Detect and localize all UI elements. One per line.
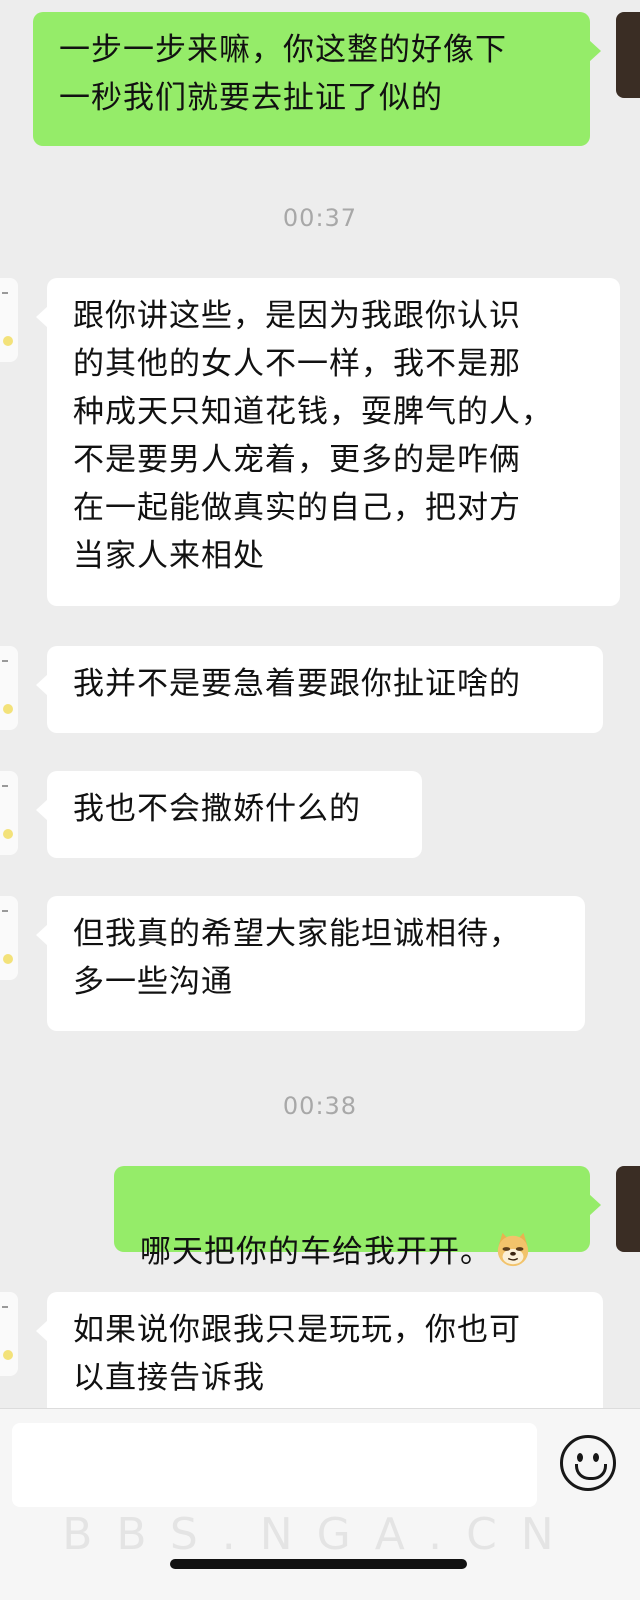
smiley-face-icon[interactable] [560,1435,616,1491]
avatar-self[interactable] [616,12,640,98]
timestamp: 00:38 [282,1092,358,1120]
message-bubble[interactable]: 我并不是要急着要跟你扯证啥的 [36,646,603,733]
watermark: BBS.NGA.CN [62,1509,578,1560]
message-bubble[interactable]: 但我真的希望大家能坦诚相待， 多一些沟通 [36,896,585,1031]
home-indicator[interactable] [170,1559,467,1569]
message-bubble[interactable]: 如果说你跟我只是玩玩，你也可 以直接告诉我 [36,1292,603,1408]
message-bubble[interactable]: 哪天把你的车给我开开。 [114,1166,601,1270]
avatar-contact[interactable] [0,896,18,980]
avatar-self[interactable] [616,1166,640,1252]
avatar-contact[interactable] [0,278,18,362]
avatar-contact[interactable] [0,771,18,855]
avatar-contact[interactable] [0,646,18,730]
chat-area[interactable]: 一步一步来嘛，你这整的好像下 一秒我们就要去扯证了似的 00:37 跟你讲这些，… [0,0,640,1408]
message-bubble[interactable]: 我也不会撒娇什么的 [36,771,422,858]
message-bubble[interactable]: 一步一步来嘛，你这整的好像下 一秒我们就要去扯证了似的 [33,12,601,146]
message-text: 哪天把你的车给我开开。 [140,1234,492,1270]
timestamp: 00:37 [282,204,358,232]
message-input[interactable] [12,1423,537,1507]
doge-emoji-icon [497,1232,529,1267]
avatar-contact[interactable] [0,1292,18,1376]
message-bubble[interactable]: 跟你讲这些，是因为我跟你认识 的其他的女人不一样，我不是那 种成天只知道花钱，耍… [36,278,620,606]
input-bar: BBS.NGA.CN [0,1408,640,1600]
